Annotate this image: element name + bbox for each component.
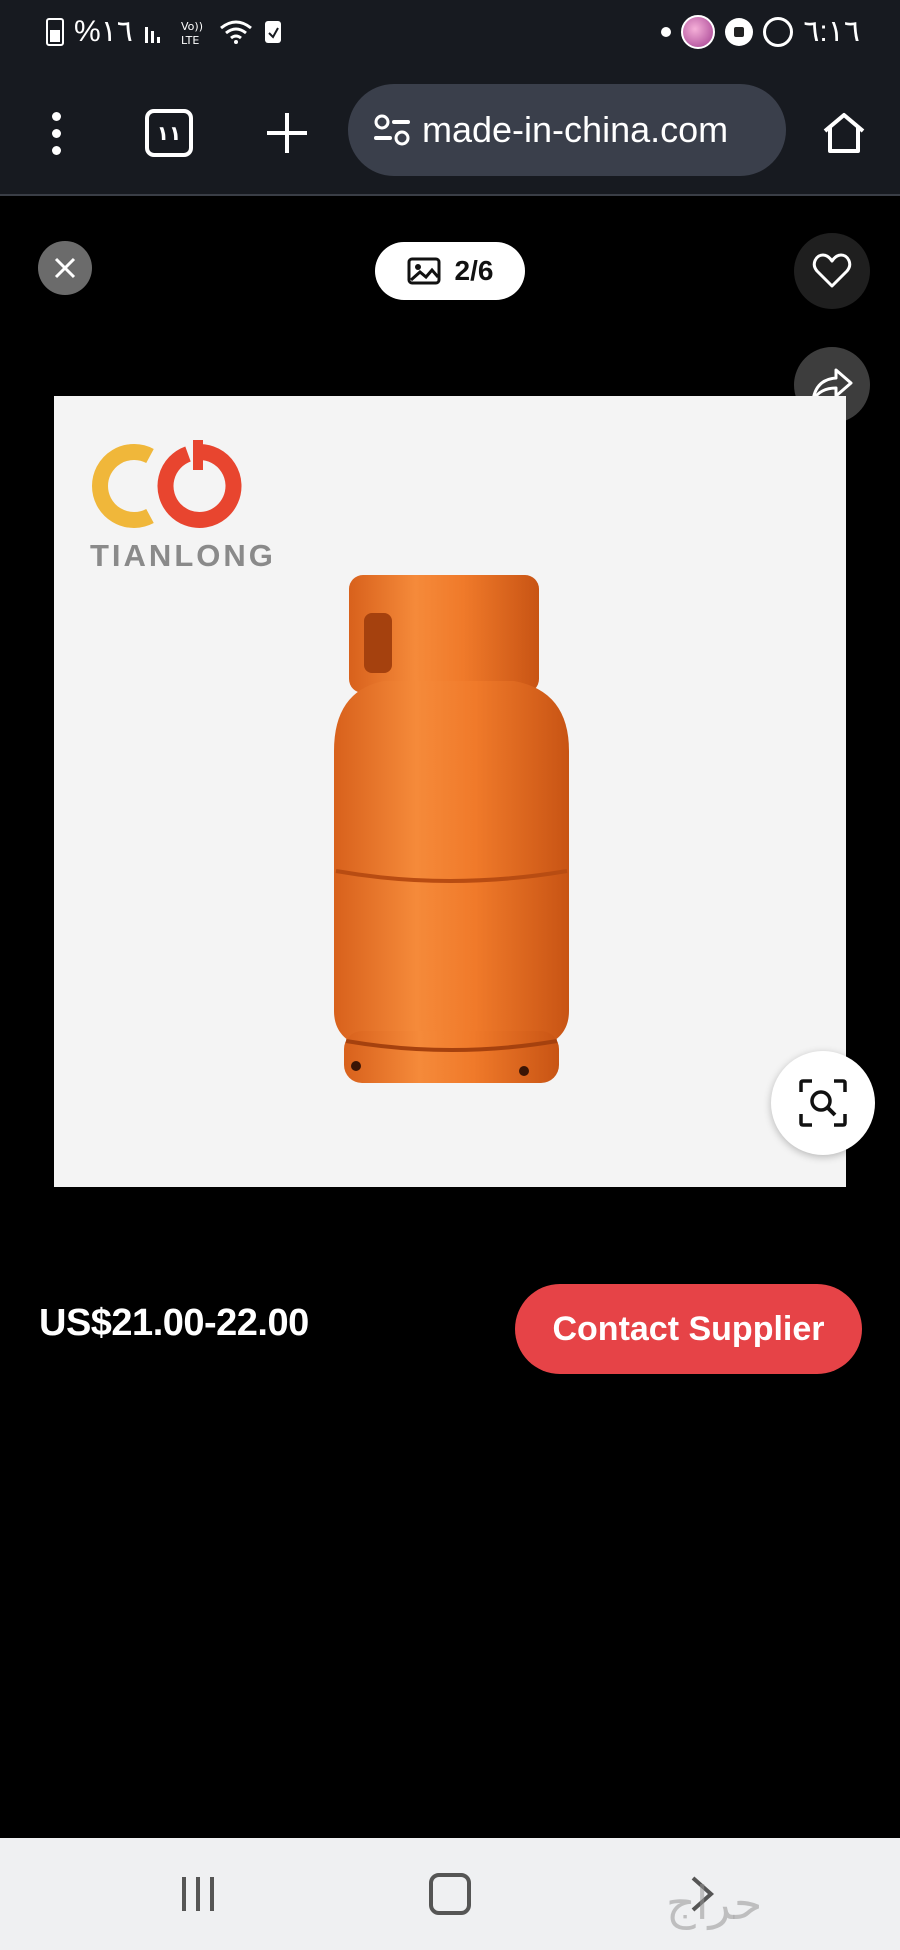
tab-count: ١١: [145, 109, 193, 157]
home-nav-button[interactable]: [410, 1838, 490, 1950]
product-image[interactable]: TIANLONG: [54, 396, 846, 1187]
save-icon: [264, 20, 281, 43]
menu-button[interactable]: [28, 72, 84, 194]
site-settings-icon[interactable]: [362, 100, 422, 160]
new-tab-button[interactable]: [258, 72, 316, 194]
tianlong-logo: [92, 440, 242, 528]
home-square-icon: [429, 1873, 471, 1915]
menu-dot-icon: [51, 111, 61, 121]
recent-line-icon: [196, 1877, 200, 1911]
recent-apps-button[interactable]: [158, 1838, 238, 1950]
volte-icon: Vo))LTE: [181, 20, 203, 47]
close-icon: [54, 257, 76, 279]
menu-dot-icon: [51, 128, 61, 138]
favorite-button[interactable]: [794, 233, 870, 309]
whatsapp-icon: [763, 16, 794, 47]
svg-text:Vo)): Vo)): [181, 20, 203, 33]
image-icon: [407, 257, 441, 285]
price-range: US$21.00-22.00: [39, 1302, 309, 1344]
ball-icon: [725, 17, 754, 46]
notification-dot: [661, 26, 672, 37]
recent-line-icon: [182, 1877, 186, 1911]
clock-time: ٦:١٦: [803, 15, 860, 48]
tabs-button[interactable]: ١١: [140, 72, 198, 194]
status-left-group: %١٦ Vo)) LTE: [46, 14, 283, 49]
gas-cylinder: [334, 575, 569, 1083]
wifi-icon: [219, 20, 252, 44]
navigation-bar: [0, 1838, 900, 1950]
browser-toolbar: ١١ made-in-china.com: [0, 72, 900, 196]
menu-dot-icon: [51, 145, 61, 155]
heart-icon: [812, 253, 852, 288]
watermark: حراج: [666, 1876, 763, 1930]
status-bar: %١٦ Vo)) LTE ٦:١٦: [0, 0, 900, 72]
svg-text:LTE: LTE: [181, 34, 199, 47]
address-bar[interactable]: made-in-china.com: [348, 84, 786, 176]
image-counter: 2/6: [375, 242, 525, 300]
signal-icon: [144, 26, 160, 43]
brand-text: TIANLONG: [90, 538, 276, 573]
avatar: [681, 14, 716, 49]
recent-line-icon: [210, 1877, 214, 1911]
search-icon: [799, 1079, 847, 1127]
home-icon: [823, 113, 865, 153]
visual-search-button[interactable]: [771, 1051, 875, 1155]
url-text: made-in-china.com: [422, 109, 729, 150]
plus-icon: [267, 113, 307, 153]
image-counter-text: 2/6: [454, 255, 494, 286]
battery-icon: [46, 17, 64, 46]
home-button[interactable]: [814, 72, 874, 194]
contact-supplier-button[interactable]: Contact Supplier: [515, 1284, 862, 1374]
battery-percentage: %١٦: [74, 15, 133, 48]
status-right-group: ٦:١٦: [661, 14, 860, 49]
close-button[interactable]: [38, 241, 92, 295]
